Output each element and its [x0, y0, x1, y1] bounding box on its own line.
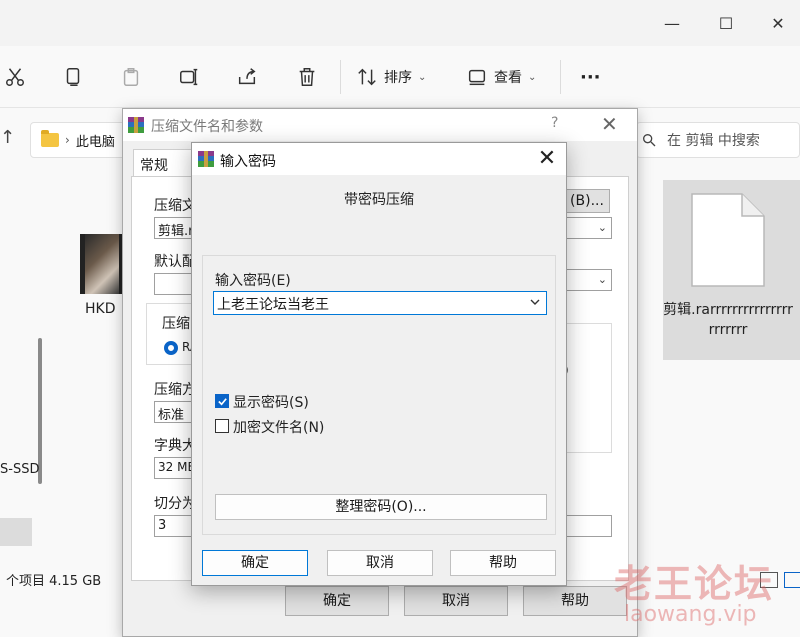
help-button[interactable]: 帮助: [523, 586, 627, 616]
up-arrow-icon[interactable]: ↑: [0, 127, 22, 151]
chevron-down-icon: ⌄: [597, 273, 607, 286]
archive-name-label: 压缩文: [154, 198, 196, 214]
search-input[interactable]: 在 剪辑 中搜索: [636, 122, 800, 158]
large-icons-view-icon[interactable]: [784, 572, 800, 588]
profile-field[interactable]: [154, 273, 194, 295]
archive-name-dropdown[interactable]: ⌄: [564, 217, 612, 239]
password-value: 上老王论坛当老王: [217, 297, 329, 313]
video-thumbnail: [80, 234, 124, 294]
watermark-title: 老王论坛: [614, 562, 775, 606]
rename-button[interactable]: [178, 62, 200, 92]
command-bar: 排序 ⌄ 查看 ⌄ ···: [0, 46, 800, 108]
ok-button[interactable]: 确定: [202, 550, 308, 576]
breadcrumb-item[interactable]: 此电脑: [76, 131, 115, 150]
split-volumes-field[interactable]: 3: [154, 515, 194, 537]
delete-button[interactable]: [296, 62, 318, 92]
sort-button[interactable]: 排序 ⌄: [356, 62, 426, 92]
browse-button[interactable]: (B)...: [564, 189, 610, 213]
chevron-down-icon: ⌄: [528, 71, 537, 83]
cancel-button[interactable]: 取消: [404, 586, 508, 616]
dictionary-size-field[interactable]: 32 MB: [154, 457, 194, 479]
copy-icon: [66, 68, 80, 86]
archive-format-label: 压缩: [162, 316, 190, 332]
chevron-down-icon: ⌄: [597, 221, 607, 234]
close-icon[interactable]: ✕: [532, 145, 562, 173]
trash-icon: [299, 68, 315, 86]
scissors-icon: [6, 68, 24, 86]
rar-file-item-selected[interactable]: 剪辑.rarrrrrrrrrrrrrrrrrrrrrr: [663, 180, 800, 360]
address-bar[interactable]: › 此电脑: [30, 122, 130, 158]
compression-method-field[interactable]: 标准: [154, 401, 194, 423]
explorer-titlebar: — ☐ ✕: [0, 0, 800, 46]
dictionary-size-label: 字典大: [154, 438, 196, 454]
help-icon[interactable]: ?: [551, 115, 558, 131]
archive-dialog-title: 压缩文件名和参数: [151, 119, 263, 135]
show-password-label: 显示密码(S): [233, 395, 309, 411]
rar-radio[interactable]: [164, 341, 178, 355]
parameters-field[interactable]: [564, 515, 612, 537]
encrypt-filenames-label: 加密文件名(N): [233, 420, 325, 436]
minimize-button[interactable]: —: [656, 10, 688, 38]
more-icon: ···: [580, 66, 601, 88]
item-count-status: 个项目 4.15 GB: [6, 574, 102, 589]
update-mode-dropdown[interactable]: ⌄: [564, 269, 612, 291]
checkmark-icon: [218, 398, 227, 406]
rename-icon: [180, 68, 198, 86]
ok-button[interactable]: 确定: [285, 586, 389, 616]
default-profile-label: 默认配: [154, 254, 196, 270]
password-label: 输入密码(E): [215, 273, 291, 289]
archive-dialog-titlebar: 压缩文件名和参数 ? ✕: [123, 109, 637, 141]
enter-password-dialog: 输入密码 ✕ 带密码压缩 输入密码(E) 上老王论坛当老王 显示密码(S) 加密…: [191, 142, 567, 586]
more-options-button[interactable]: ···: [580, 62, 601, 92]
compression-method-label: 压缩方: [154, 382, 196, 398]
chevron-down-icon[interactable]: [528, 295, 542, 309]
split-volumes-label: 切分为: [154, 496, 196, 512]
nav-item-ssd[interactable]: S-SSD: [0, 462, 39, 477]
password-input[interactable]: 上老王论坛当老王: [213, 291, 547, 315]
encrypt-filenames-checkbox[interactable]: [215, 419, 229, 433]
rar-file-label: 剪辑.rarrrrrrrrrrrrrrrrrrrrrr: [663, 302, 793, 338]
document-icon: [691, 193, 765, 287]
copy-button[interactable]: [62, 62, 84, 92]
sort-label: 排序: [384, 70, 412, 86]
archive-name-field[interactable]: 剪辑.r: [154, 217, 194, 239]
cancel-button[interactable]: 取消: [327, 550, 433, 576]
sort-icon: [358, 68, 376, 86]
search-icon: [643, 134, 656, 147]
tab-general[interactable]: 常规: [133, 149, 195, 177]
chevron-right-icon: ›: [65, 133, 70, 147]
nav-item-selected[interactable]: [0, 518, 32, 546]
archive-options-group: [564, 323, 612, 453]
password-dialog-heading: 带密码压缩: [344, 192, 414, 208]
paste-icon: [123, 68, 139, 86]
view-button[interactable]: 查看 ⌄: [466, 62, 536, 92]
share-button[interactable]: [236, 62, 258, 92]
winrar-icon: [128, 117, 144, 133]
cut-button[interactable]: [4, 62, 26, 92]
navigation-pane: [0, 170, 50, 570]
toolbar-divider: [340, 60, 341, 94]
password-dialog-titlebar: 输入密码 ✕: [192, 143, 566, 175]
organize-passwords-button[interactable]: 整理密码(O)...: [215, 494, 547, 520]
watermark-url: laowang.vip: [624, 602, 757, 627]
paste-button[interactable]: [120, 62, 142, 92]
folder-icon: [41, 130, 59, 147]
winrar-icon: [198, 151, 214, 167]
share-icon: [238, 68, 256, 85]
password-dialog-title: 输入密码: [220, 154, 276, 170]
help-button[interactable]: 帮助: [450, 550, 556, 576]
chevron-down-icon: ⌄: [418, 71, 427, 83]
password-panel: 输入密码(E) 上老王论坛当老王 显示密码(S) 加密文件名(N) 整理密码(O…: [202, 255, 556, 535]
close-window-button[interactable]: ✕: [762, 10, 794, 38]
video-file-label: HKD: [85, 301, 116, 317]
show-password-checkbox[interactable]: [215, 394, 229, 408]
view-icon: [468, 69, 486, 86]
maximize-button[interactable]: ☐: [710, 10, 742, 38]
close-icon[interactable]: ✕: [601, 112, 618, 136]
view-label: 查看: [494, 70, 522, 86]
video-file-item[interactable]: [80, 234, 124, 298]
toolbar-divider: [560, 60, 561, 94]
search-placeholder: 在 剪辑 中搜索: [667, 133, 760, 149]
